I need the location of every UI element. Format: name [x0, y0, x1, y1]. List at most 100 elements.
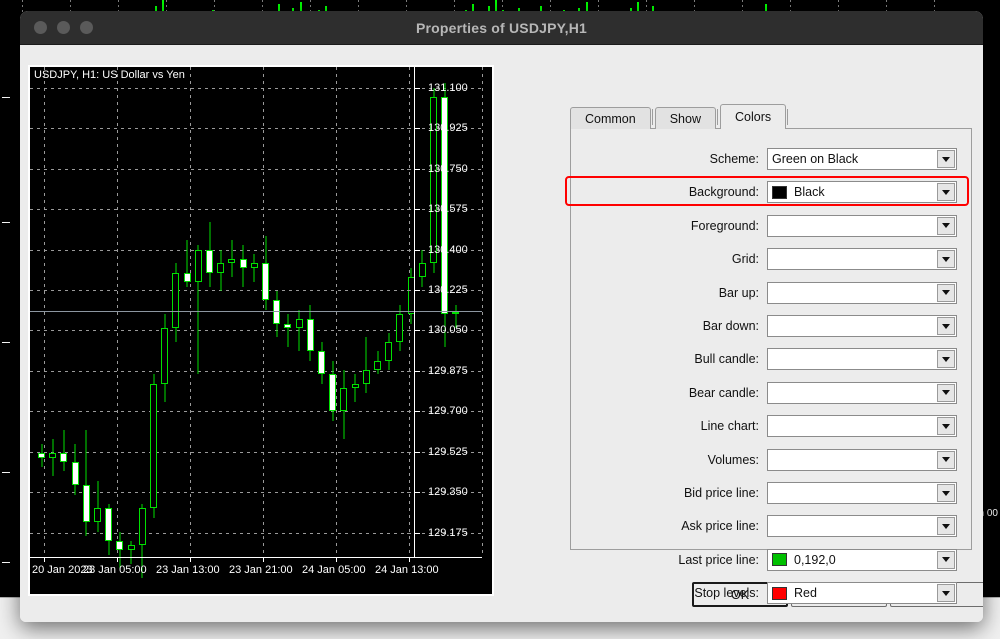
candle-body	[127, 545, 135, 551]
price-axis-dash	[407, 411, 411, 413]
price-axis-dash	[407, 492, 411, 494]
combo-foreground[interactable]	[767, 214, 957, 237]
combo-ask-price-line[interactable]	[767, 515, 957, 538]
combo-volumes[interactable]	[767, 448, 957, 471]
chevron-down-icon[interactable]	[937, 584, 955, 603]
background-axis-tick	[2, 472, 10, 473]
chevron-down-icon[interactable]	[937, 350, 955, 369]
label-last-price-line: Last price line:	[678, 552, 759, 567]
chevron-down-icon[interactable]	[937, 317, 955, 335]
dialog-titlebar[interactable]: Properties of USDJPY,H1	[20, 11, 983, 45]
combo-scheme[interactable]: Green on Black	[767, 148, 957, 170]
field-row-background: Background: Black	[565, 176, 969, 207]
field-row-bear-candle: Bear candle:	[571, 381, 957, 405]
field-row-bid-price-line: Bid price line:	[571, 481, 957, 505]
chevron-down-icon[interactable]	[937, 283, 955, 302]
label-grid: Grid:	[731, 252, 759, 267]
candle-body	[194, 249, 202, 282]
combo-background[interactable]: Black	[767, 181, 957, 204]
candle-body	[385, 342, 393, 361]
tab-separator	[787, 109, 789, 125]
label-bear-candle: Bear candle:	[688, 385, 759, 400]
tab-label: Colors	[735, 110, 772, 124]
chevron-down-icon[interactable]	[937, 183, 955, 202]
price-axis-tick	[414, 492, 420, 494]
combo-stop-levels[interactable]: Red	[767, 582, 957, 605]
field-row-volumes: Volumes:	[571, 448, 957, 472]
caret-glyph	[942, 490, 950, 496]
candle-body	[306, 318, 314, 352]
combo-bar-down[interactable]	[767, 315, 957, 337]
candle-body	[60, 452, 68, 463]
chevron-down-icon[interactable]	[937, 250, 955, 269]
candle-body	[262, 263, 269, 301]
price-axis-label: 130.400	[428, 243, 468, 256]
colors-tab-panel: Scheme: Green on Black Background: Black For…	[565, 128, 972, 605]
tab-show[interactable]: Show	[654, 107, 716, 129]
candle-body	[150, 383, 157, 509]
chevron-down-icon[interactable]	[937, 383, 955, 402]
chevron-down-icon[interactable]	[937, 517, 955, 536]
time-axis-label: 23 Jan 21:00	[229, 564, 293, 576]
chevron-down-icon[interactable]	[937, 150, 955, 168]
time-axis-tick	[44, 557, 45, 562]
candle-body	[82, 485, 90, 523]
tab-label: Common	[585, 111, 636, 126]
caret-glyph	[942, 223, 950, 229]
label-bid-price-line: Bid price line:	[683, 486, 759, 500]
caret-glyph	[942, 457, 950, 463]
candle-body	[217, 263, 225, 273]
candle-body	[138, 508, 146, 546]
price-axis-label: 130.050	[428, 324, 468, 337]
chevron-down-icon[interactable]	[937, 550, 955, 569]
price-axis-dash	[407, 168, 411, 170]
price-axis-tick	[414, 128, 420, 130]
time-axis-label: 23 Jan 05:00	[83, 564, 147, 576]
chevron-down-icon[interactable]	[937, 216, 955, 235]
color-swatch-icon	[772, 586, 787, 600]
window-title: Properties of USDJPY,H1	[415, 19, 588, 36]
candle-wick	[97, 480, 98, 532]
field-row-foreground: Foreground:	[571, 214, 957, 238]
price-axis-dash	[407, 532, 411, 534]
chevron-down-icon[interactable]	[937, 484, 955, 502]
label-ask-price-line: Ask price line:	[681, 519, 759, 534]
candle-body	[116, 540, 124, 551]
caret-glyph	[942, 256, 950, 262]
price-axis-label: 129.175	[428, 526, 468, 539]
candle-body	[396, 314, 404, 343]
price-axis-dash	[407, 209, 411, 211]
combo-bar-up[interactable]	[767, 281, 957, 304]
candle-body	[351, 383, 359, 389]
field-row-bar-down: Bar down:	[571, 314, 957, 338]
price-axis-tick	[414, 168, 420, 170]
price-axis-dash	[407, 451, 411, 453]
chevron-down-icon[interactable]	[937, 450, 955, 469]
background-axis-tick	[2, 562, 10, 563]
combo-bull-candle[interactable]	[767, 348, 957, 371]
caret-glyph	[942, 156, 950, 162]
combo-bear-candle[interactable]	[767, 381, 957, 404]
caret-glyph	[942, 590, 950, 596]
time-axis-tick	[190, 557, 191, 562]
caret-glyph	[942, 557, 950, 563]
combo-bid-price-line[interactable]	[767, 482, 957, 504]
combo-grid[interactable]	[767, 248, 957, 271]
combo-line-chart[interactable]	[767, 415, 957, 438]
color-swatch-icon	[772, 185, 787, 199]
chart-preview[interactable]: 131.100 130.925 130.750 130.575 130.400 130.2…	[28, 65, 494, 596]
caret-glyph	[942, 189, 950, 195]
tab-common[interactable]: Common	[570, 107, 651, 129]
chevron-down-icon[interactable]	[937, 417, 955, 436]
price-axis-dash	[407, 87, 411, 89]
field-row-ask-price-line: Ask price line:	[571, 514, 957, 538]
tab-colors[interactable]: Colors	[720, 104, 787, 129]
field-row-scheme: Scheme: Green on Black	[571, 147, 957, 171]
candle-body	[239, 258, 247, 269]
tab-separator	[717, 109, 718, 125]
label-bull-candle: Bull candle:	[694, 352, 759, 367]
properties-dialog: Properties of USDJPY,H1 131.100 130.925 13…	[20, 11, 983, 622]
candle-body	[206, 249, 213, 273]
combo-last-price-line[interactable]: 0,192,0	[767, 548, 957, 571]
caret-glyph	[942, 356, 950, 362]
